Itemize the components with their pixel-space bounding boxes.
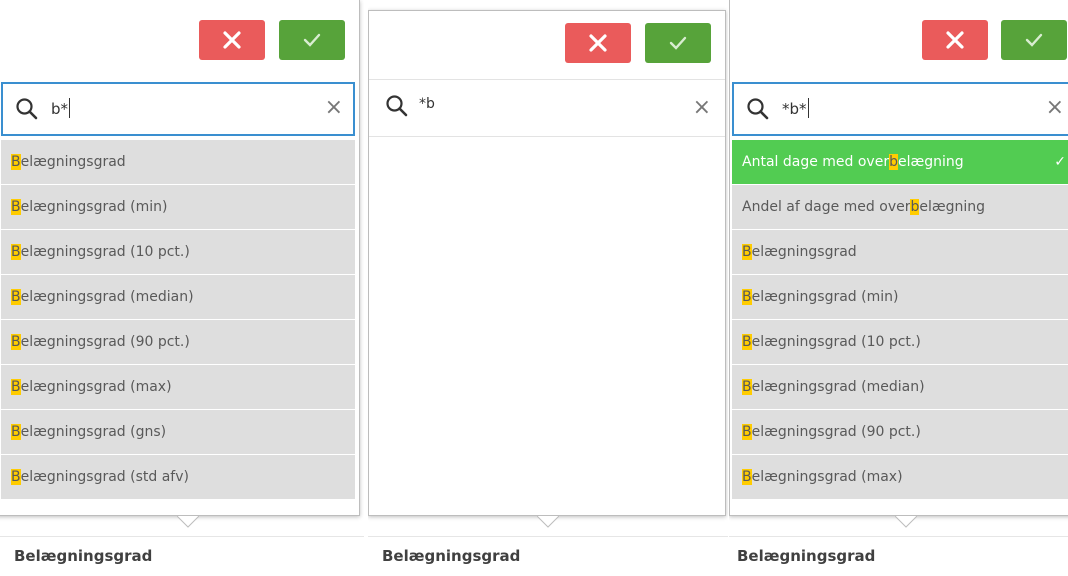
- field-title: Belægningsgrad: [737, 547, 876, 565]
- search-match-highlight: B: [11, 469, 21, 485]
- search-match-highlight: B: [742, 379, 752, 395]
- search-field[interactable]: *b* ×: [732, 82, 1068, 136]
- item-text: elægningsgrad (10 pct.): [751, 334, 921, 350]
- clear-search-icon[interactable]: ×: [325, 96, 343, 120]
- search-match-highlight: B: [742, 469, 752, 485]
- search-match-highlight: B: [11, 334, 21, 350]
- checkmark-icon: [1025, 33, 1043, 47]
- search-popover: *b* × Antal dage med overbelægning ✓ Andel…: [729, 0, 1068, 516]
- item-text: elægningsgrad (gns): [20, 424, 167, 440]
- search-icon: [386, 95, 408, 117]
- list-item[interactable]: Belægningsgrad: [732, 230, 1068, 274]
- item-text: elægningsgrad (90 pct.): [751, 424, 921, 440]
- confirm-selection-button[interactable]: [645, 23, 711, 63]
- selection-toolbar: [0, 0, 359, 76]
- field-list: Antal dage med overbelægning ✓ Andel af da…: [732, 140, 1068, 500]
- cancel-selection-button[interactable]: [922, 20, 988, 60]
- list-item[interactable]: Belægningsgrad (10 pct.): [1, 230, 355, 274]
- item-text: elægningsgrad: [20, 154, 126, 170]
- cancel-selection-button[interactable]: [565, 23, 631, 63]
- checkmark-icon: [669, 36, 687, 50]
- listbox-panel-3: *b* × Antal dage med overbelægning ✓ Andel…: [729, 0, 1068, 576]
- list-item[interactable]: Belægningsgrad (90 pct.): [1, 320, 355, 364]
- field-title: Belægningsgrad: [14, 547, 153, 565]
- clear-search-icon[interactable]: ×: [693, 96, 711, 120]
- list-item[interactable]: Andel af dage med overbelægning: [732, 185, 1068, 229]
- field-list: Belægningsgrad Belægningsgrad (min) Belægn…: [1, 140, 355, 500]
- search-match-highlight: B: [742, 289, 752, 305]
- item-text: elægningsgrad (90 pct.): [20, 334, 190, 350]
- list-item[interactable]: Belægningsgrad (max): [1, 365, 355, 409]
- selection-toolbar: [730, 0, 1068, 76]
- search-match-highlight: B: [742, 244, 752, 260]
- cancel-selection-button[interactable]: [199, 20, 265, 60]
- search-popover: *b ×: [368, 10, 726, 516]
- item-text: elægningsgrad (max): [751, 469, 903, 485]
- listbox-header[interactable]: Belægningsgrad: [368, 536, 728, 576]
- search-match-highlight: B: [11, 424, 21, 440]
- search-input[interactable]: *b*: [782, 98, 809, 118]
- listbox-panel-1: b* × Belægningsgrad Belægningsgrad (min) B…: [0, 0, 364, 576]
- field-title: Belægningsgrad: [382, 547, 521, 565]
- list-item[interactable]: Belægningsgrad (median): [1, 275, 355, 319]
- search-match-highlight: B: [11, 154, 21, 170]
- item-text: elægningsgrad (median): [20, 289, 194, 305]
- list-item[interactable]: Belægningsgrad (std afv): [1, 455, 355, 499]
- listbox-panel-2: *b × Belægningsgrad: [368, 0, 728, 576]
- search-match-highlight: B: [11, 244, 21, 260]
- list-item[interactable]: Antal dage med overbelægning ✓: [732, 140, 1068, 184]
- search-match-highlight: B: [11, 199, 21, 215]
- item-text: Andel af dage med over: [742, 199, 911, 215]
- search-match-highlight: B: [11, 289, 21, 305]
- search-icon: [16, 98, 38, 120]
- list-item[interactable]: Belægningsgrad: [1, 140, 355, 184]
- selected-check-icon: ✓: [1054, 154, 1066, 170]
- list-item[interactable]: Belægningsgrad (min): [732, 275, 1068, 319]
- item-text: elægningsgrad: [751, 244, 857, 260]
- search-popover: b* × Belægningsgrad Belægningsgrad (min) B…: [0, 0, 360, 516]
- confirm-selection-button[interactable]: [1001, 20, 1067, 60]
- list-item[interactable]: Belægningsgrad (90 pct.): [732, 410, 1068, 454]
- item-text: elægningsgrad (10 pct.): [20, 244, 190, 260]
- popover-pointer: [177, 516, 199, 528]
- search-field[interactable]: *b ×: [369, 79, 725, 137]
- search-match-highlight: b: [889, 154, 898, 170]
- listbox-header[interactable]: Belægningsgrad: [0, 536, 364, 576]
- listbox-header[interactable]: Belægningsgrad: [729, 536, 1068, 576]
- search-input[interactable]: b*: [51, 98, 71, 118]
- list-item[interactable]: Belægningsgrad (10 pct.): [732, 320, 1068, 364]
- item-text: elægning: [897, 154, 964, 170]
- list-item[interactable]: Belægningsgrad (max): [732, 455, 1068, 499]
- search-match-highlight: B: [742, 424, 752, 440]
- list-item[interactable]: Belægningsgrad (min): [1, 185, 355, 229]
- item-text: elægningsgrad (min): [20, 199, 168, 215]
- list-item[interactable]: Belægningsgrad (gns): [1, 410, 355, 454]
- clear-search-icon[interactable]: ×: [1046, 96, 1064, 120]
- confirm-selection-button[interactable]: [279, 20, 345, 60]
- item-text: elægning: [919, 199, 986, 215]
- search-field[interactable]: b* ×: [1, 82, 355, 136]
- popover-pointer: [537, 516, 559, 528]
- item-text: Antal dage med over: [742, 154, 890, 170]
- search-match-highlight: B: [11, 379, 21, 395]
- close-icon: [946, 31, 964, 49]
- search-match-highlight: B: [742, 334, 752, 350]
- close-icon: [223, 31, 241, 49]
- item-text: elægningsgrad (median): [751, 379, 925, 395]
- selection-toolbar: [369, 11, 725, 87]
- close-icon: [589, 34, 607, 52]
- checkmark-icon: [303, 33, 321, 47]
- item-text: elægningsgrad (max): [20, 379, 172, 395]
- search-input[interactable]: *b: [419, 96, 435, 112]
- item-text: elægningsgrad (std afv): [20, 469, 189, 485]
- search-icon: [747, 98, 769, 120]
- list-item[interactable]: Belægningsgrad (median): [732, 365, 1068, 409]
- item-text: elægningsgrad (min): [751, 289, 899, 305]
- popover-pointer: [895, 516, 917, 528]
